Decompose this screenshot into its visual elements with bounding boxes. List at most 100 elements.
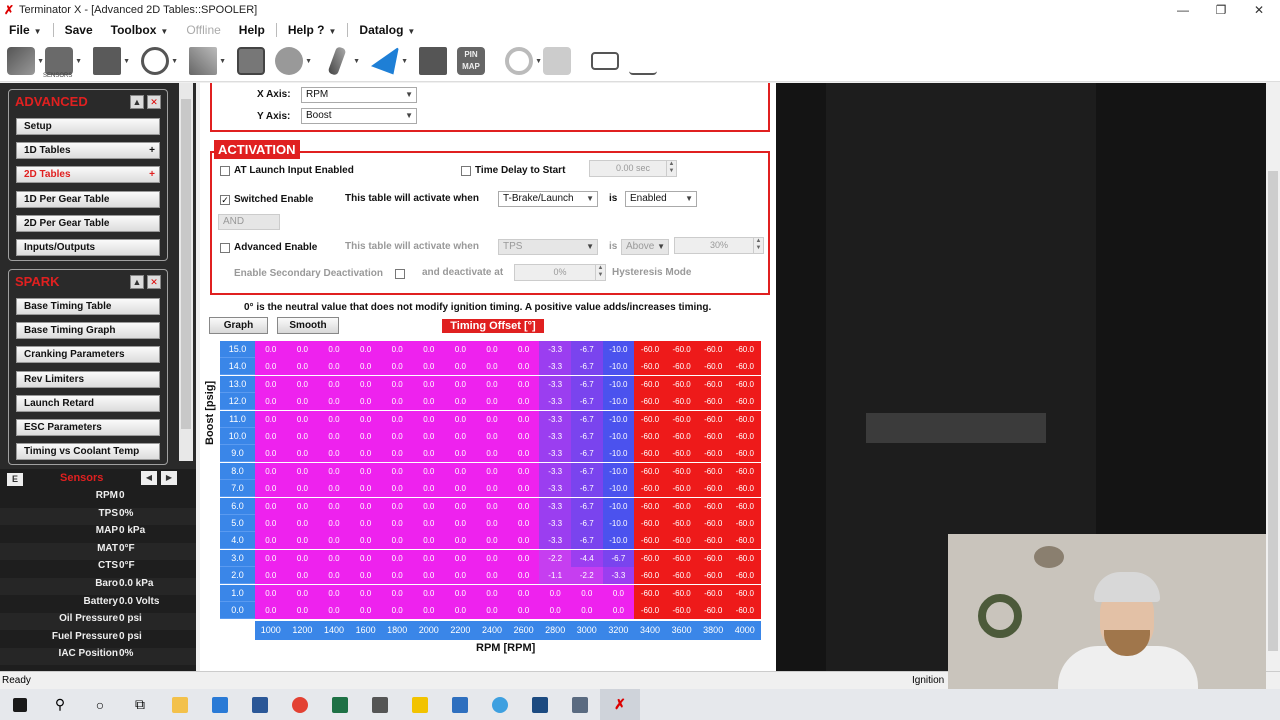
- table-cell[interactable]: 0.0: [381, 567, 413, 585]
- menu-file[interactable]: File ▼: [0, 20, 51, 40]
- table-cell[interactable]: -60.0: [729, 584, 761, 602]
- y-axis-cell[interactable]: 13.0: [220, 375, 255, 393]
- table-cell[interactable]: 0.0: [349, 602, 382, 619]
- x-axis-cell[interactable]: 1000: [255, 621, 287, 641]
- table-cell[interactable]: -60.0: [697, 567, 729, 585]
- table-cell[interactable]: 0.0: [286, 567, 319, 585]
- table-cell[interactable]: 0.0: [476, 602, 508, 619]
- table-cell[interactable]: 0.0: [476, 341, 508, 358]
- y-axis-cell[interactable]: 5.0: [220, 515, 255, 532]
- table-cell[interactable]: -60.0: [729, 445, 761, 463]
- table-cell[interactable]: -6.7: [571, 358, 603, 376]
- table-cell[interactable]: 0.0: [381, 497, 413, 515]
- menu-help[interactable]: Help ? ▼: [279, 20, 346, 40]
- table-cell[interactable]: 0.0: [286, 428, 319, 445]
- table-cell[interactable]: -3.3: [539, 393, 571, 411]
- table-cell[interactable]: 0.0: [507, 445, 540, 463]
- table-cell[interactable]: -60.0: [634, 515, 666, 532]
- graph-tool[interactable]: [234, 44, 268, 78]
- table-cell[interactable]: 0.0: [476, 358, 508, 376]
- table-cell[interactable]: 0.0: [286, 393, 319, 411]
- table-cell[interactable]: 0.0: [413, 428, 445, 445]
- table-cell[interactable]: -3.3: [539, 532, 571, 550]
- y-axis-cell[interactable]: 14.0: [220, 358, 255, 376]
- table-cell[interactable]: 0.0: [444, 567, 477, 585]
- table-cell[interactable]: 0.0: [349, 480, 382, 498]
- table-cell[interactable]: -6.7: [571, 462, 603, 480]
- table-cell[interactable]: -60.0: [634, 462, 666, 480]
- table-cell[interactable]: -60.0: [665, 341, 698, 358]
- table-cell[interactable]: -60.0: [665, 532, 698, 550]
- table-cell[interactable]: -60.0: [697, 584, 729, 602]
- table-cell[interactable]: 0.0: [444, 602, 477, 619]
- table-cell[interactable]: 0.0: [349, 393, 382, 411]
- graph-button[interactable]: Graph: [209, 317, 268, 334]
- scroll-thumb[interactable]: [1268, 171, 1278, 651]
- table-cell[interactable]: 0.0: [507, 602, 540, 619]
- table-cell[interactable]: -10.0: [602, 497, 635, 515]
- chip-tool[interactable]: ▼: [90, 44, 130, 78]
- table-cell[interactable]: 0.0: [349, 497, 382, 515]
- table-cell[interactable]: -3.3: [539, 428, 571, 445]
- table-cell[interactable]: 0.0: [255, 567, 287, 585]
- table-cell[interactable]: -3.3: [539, 341, 571, 358]
- smooth-button[interactable]: Smooth: [277, 317, 339, 334]
- table-cell[interactable]: 0.0: [444, 358, 477, 376]
- table-cell[interactable]: 0.0: [255, 445, 287, 463]
- x-axis-cell[interactable]: 2000: [413, 621, 445, 641]
- chevron-right-icon[interactable]: ▶: [161, 471, 177, 485]
- x-axis-cell[interactable]: 1800: [381, 621, 413, 641]
- advanced-state-select[interactable]: Above ▼: [621, 239, 669, 255]
- table-cell[interactable]: 0.0: [413, 497, 445, 515]
- x-axis-cell[interactable]: 3600: [665, 621, 698, 641]
- table-cell[interactable]: 0.0: [286, 445, 319, 463]
- deactivate-value-input[interactable]: 0% ▲ ▼: [514, 264, 606, 281]
- table-cell[interactable]: 0.0: [444, 410, 477, 428]
- table-cell[interactable]: -2.2: [539, 549, 571, 567]
- task-view-icon[interactable]: ⧉: [120, 689, 160, 720]
- y-axis-cell[interactable]: 7.0: [220, 480, 255, 498]
- chevron-down-icon[interactable]: ▼: [171, 58, 178, 65]
- table-cell[interactable]: -60.0: [729, 358, 761, 376]
- table-cell[interactable]: -60.0: [634, 549, 666, 567]
- chevron-down-icon[interactable]: ▼: [123, 58, 130, 65]
- table-cell[interactable]: 0.0: [507, 532, 540, 550]
- x-axis-cell[interactable]: 2200: [444, 621, 477, 641]
- table-cell[interactable]: 0.0: [507, 480, 540, 498]
- table-cell[interactable]: -60.0: [634, 341, 666, 358]
- table-cell[interactable]: 0.0: [476, 462, 508, 480]
- table-cell[interactable]: 0.0: [286, 358, 319, 376]
- excel-icon[interactable]: [320, 689, 360, 720]
- table-cell[interactable]: 0.0: [476, 480, 508, 498]
- menu-datalog[interactable]: Datalog ▼: [350, 20, 424, 40]
- table-cell[interactable]: 0.0: [476, 393, 508, 411]
- table-cell[interactable]: -60.0: [697, 480, 729, 498]
- table-cell[interactable]: 0.0: [413, 549, 445, 567]
- y-axis-cell[interactable]: 11.0: [220, 410, 255, 428]
- table-cell[interactable]: 0.0: [318, 532, 350, 550]
- chevron-down-icon[interactable]: ▼: [75, 58, 82, 65]
- table-cell[interactable]: 0.0: [318, 602, 350, 619]
- turbo-tool[interactable]: ▼: [272, 44, 312, 78]
- expand-icon[interactable]: +: [149, 167, 155, 182]
- table-cell[interactable]: 0.0: [413, 602, 445, 619]
- table-cell[interactable]: -10.0: [602, 375, 635, 393]
- table-cell[interactable]: -3.3: [539, 462, 571, 480]
- table-cell[interactable]: 0.0: [318, 445, 350, 463]
- table-cell[interactable]: -10.0: [602, 410, 635, 428]
- table-cell[interactable]: -60.0: [634, 428, 666, 445]
- nav-base-timing-table[interactable]: Base Timing Table: [16, 298, 160, 315]
- app-icon[interactable]: [440, 689, 480, 720]
- chevron-down-icon[interactable]: ▼: [219, 58, 226, 65]
- expand-icon[interactable]: +: [149, 143, 155, 158]
- table-cell[interactable]: 0.0: [413, 462, 445, 480]
- y-axis-cell[interactable]: 4.0: [220, 532, 255, 550]
- table-cell[interactable]: 0.0: [381, 584, 413, 602]
- table-cell[interactable]: 0.0: [507, 410, 540, 428]
- table-cell[interactable]: 0.0: [349, 532, 382, 550]
- table-cell[interactable]: -3.3: [539, 480, 571, 498]
- table-cell[interactable]: 0.0: [476, 549, 508, 567]
- table-cell[interactable]: 0.0: [286, 410, 319, 428]
- table-cell[interactable]: 0.0: [255, 462, 287, 480]
- table-cell[interactable]: 0.0: [381, 393, 413, 411]
